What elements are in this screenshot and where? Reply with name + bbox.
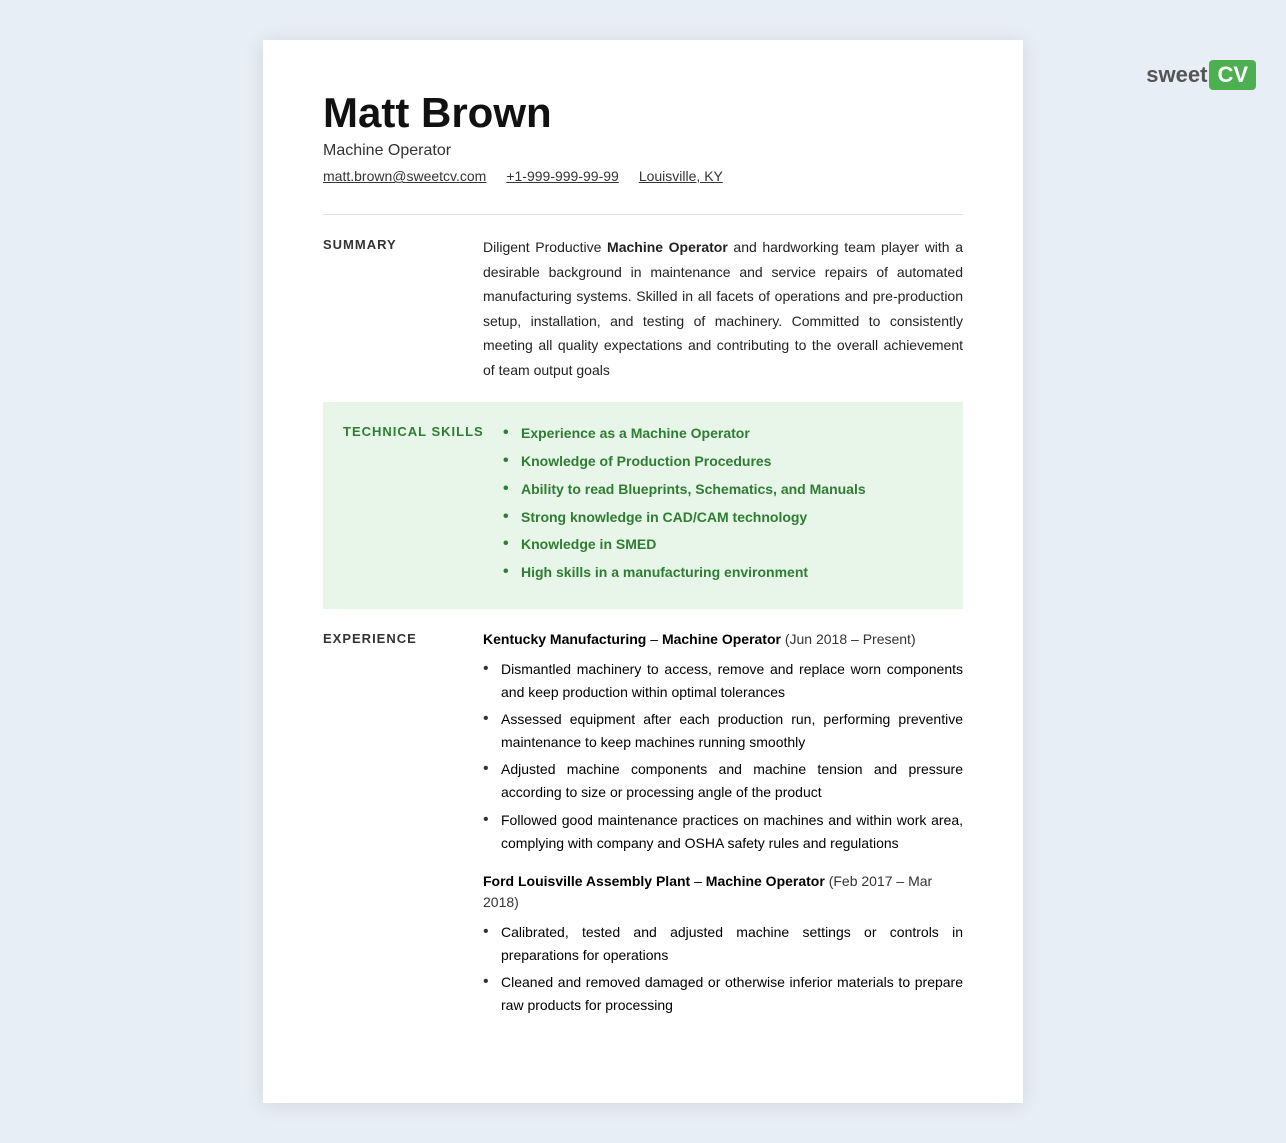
summary-bold: Machine Operator (607, 239, 728, 255)
job-2-header: Ford Louisville Assembly Plant – Machine… (483, 871, 963, 913)
summary-content: Diligent Productive Machine Operator and… (483, 235, 963, 382)
list-item: Experience as a Machine Operator (503, 422, 943, 446)
list-item: Adjusted machine components and machine … (483, 758, 963, 804)
summary-section: SUMMARY Diligent Productive Machine Oper… (323, 215, 963, 402)
contact-info: matt.brown@sweetcv.com +1-999-999-99-99 … (323, 168, 963, 184)
job-2-bullets: Calibrated, tested and adjusted machine … (483, 921, 963, 1017)
list-item: Cleaned and removed damaged or otherwise… (483, 971, 963, 1017)
candidate-name: Matt Brown (323, 90, 963, 136)
experience-content: Kentucky Manufacturing – Machine Operato… (483, 629, 963, 1033)
job-1-separator: – (646, 631, 662, 647)
job-1-dates: (Jun 2018 – Present) (781, 631, 916, 647)
logo-cv-text: CV (1209, 60, 1256, 90)
skills-list: Experience as a Machine Operator Knowled… (503, 422, 943, 585)
job-2-role: Machine Operator (706, 873, 825, 889)
experience-label: EXPERIENCE (323, 629, 483, 1033)
list-item: Followed good maintenance practices on m… (483, 809, 963, 855)
logo-sweet-text: sweet (1146, 62, 1207, 88)
summary-label: SUMMARY (323, 235, 483, 382)
job-1-role: Machine Operator (662, 631, 781, 647)
job-2-company: Ford Louisville Assembly Plant (483, 873, 690, 889)
logo: sweetCV (1146, 60, 1256, 90)
location-link[interactable]: Louisville, KY (639, 168, 723, 184)
job-1-company: Kentucky Manufacturing (483, 631, 646, 647)
job-2-separator: – (690, 873, 706, 889)
job-1-header: Kentucky Manufacturing – Machine Operato… (483, 629, 963, 650)
skills-label: TECHNICAL SKILLS (343, 422, 503, 589)
skills-section: TECHNICAL SKILLS Experience as a Machine… (323, 402, 963, 609)
resume-header: Matt Brown Machine Operator matt.brown@s… (323, 90, 963, 184)
list-item: Strong knowledge in CAD/CAM technology (503, 506, 943, 530)
job-1-bullets: Dismantled machinery to access, remove a… (483, 658, 963, 855)
list-item: Ability to read Blueprints, Schematics, … (503, 478, 943, 502)
list-item: Assessed equipment after each production… (483, 708, 963, 754)
resume-card: Matt Brown Machine Operator matt.brown@s… (263, 40, 1023, 1103)
list-item: Calibrated, tested and adjusted machine … (483, 921, 963, 967)
list-item: Knowledge in SMED (503, 533, 943, 557)
list-item: Dismantled machinery to access, remove a… (483, 658, 963, 704)
summary-text: Diligent Productive Machine Operator and… (483, 235, 963, 382)
phone-link[interactable]: +1-999-999-99-99 (506, 168, 618, 184)
list-item: High skills in a manufacturing environme… (503, 561, 943, 585)
email-link[interactable]: matt.brown@sweetcv.com (323, 168, 486, 184)
skills-content: Experience as a Machine Operator Knowled… (503, 422, 943, 589)
list-item: Knowledge of Production Procedures (503, 450, 943, 474)
job-title: Machine Operator (323, 142, 963, 160)
experience-section: EXPERIENCE Kentucky Manufacturing – Mach… (323, 609, 963, 1053)
